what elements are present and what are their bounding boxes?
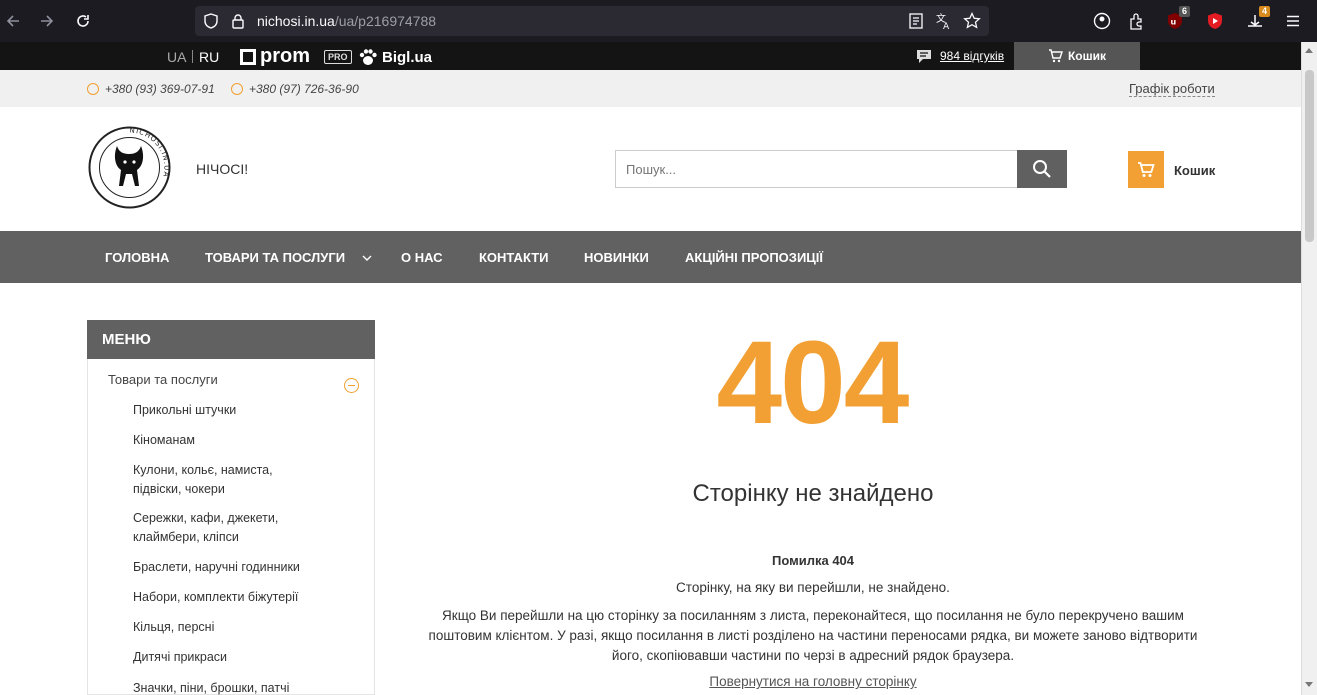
nav-item-home[interactable]: ГОЛОВНА	[105, 250, 169, 265]
prom-logo-text: prom	[260, 45, 310, 67]
bigl-text: Bigl.ua	[382, 48, 433, 66]
contacts-row: +380 (93) 369-07-91 +380 (97) 726-36-90 …	[0, 70, 1301, 107]
phone-icon	[87, 83, 99, 95]
top-cart-label: Кошик	[1067, 49, 1107, 63]
comment-icon	[917, 50, 931, 63]
sidebar-item[interactable]: Сережки, кафи, джекети, клаймбери, кліпс…	[133, 509, 318, 546]
pro-tag: PRO	[324, 50, 352, 64]
address-bar[interactable]: nichosi.in.ua/ua/p216974788 文A	[195, 6, 989, 36]
reader-view-icon[interactable]	[909, 13, 923, 29]
sidebar-item[interactable]: Браслети, наручні годинники	[133, 558, 353, 577]
header-cart-button[interactable]	[1128, 151, 1164, 188]
prom-logo-square	[240, 48, 256, 65]
url-path: /ua/p216974788	[334, 13, 437, 29]
nav-item-about[interactable]: О НАС	[401, 250, 443, 265]
lang-ru-link[interactable]: RU	[199, 49, 219, 65]
cart-icon	[1048, 49, 1063, 63]
sidebar-item[interactable]: Значки, піни, брошки, патчі	[133, 679, 353, 695]
reviews-text: 984 відгуків	[940, 49, 1005, 63]
translate-icon[interactable]: 文A	[935, 12, 953, 30]
sidebar-item[interactable]: Кулони, кольє, намиста, підвіски, чокери	[133, 461, 308, 498]
page-scrollbar[interactable]	[1301, 42, 1317, 695]
scroll-thumb[interactable]	[1305, 70, 1314, 242]
chevron-down-icon[interactable]	[362, 254, 372, 262]
search-button[interactable]	[1017, 150, 1067, 188]
nav-item-new[interactable]: НОВИНКИ	[584, 250, 649, 265]
search-icon	[1033, 160, 1051, 178]
lang-divider	[192, 50, 193, 63]
phone-1-text: +380 (93) 369-07-91	[105, 82, 215, 96]
sidebar-item[interactable]: Кіноманам	[133, 431, 353, 450]
sidebar-item[interactable]: Кільця, персні	[133, 618, 353, 637]
phone-icon	[231, 83, 243, 95]
error-code: 404	[716, 317, 910, 449]
bigl-logo[interactable]: Bigl.ua	[358, 48, 432, 66]
reviews-link[interactable]: 984 відгуків	[916, 48, 1004, 64]
search-box	[615, 150, 1067, 188]
error-title: Помилка 404	[771, 553, 855, 568]
paw-icon	[359, 49, 377, 65]
site-name[interactable]: НІЧОСІ!	[196, 161, 248, 177]
nav-item-contacts[interactable]: КОНТАКТИ	[479, 250, 549, 265]
forward-icon[interactable]	[36, 10, 58, 32]
svg-text:u: u	[1171, 18, 1177, 27]
sidebar-title: МЕНЮ	[87, 320, 375, 359]
collapse-icon[interactable]	[344, 378, 359, 393]
error-description: Якщо Ви перейшли на цю сторінку за посил…	[428, 608, 1198, 663]
extensions-icon[interactable]	[1126, 10, 1148, 32]
youtube-ext-icon[interactable]	[1204, 10, 1226, 32]
sidebar-item[interactable]: Набори, комплекти біжутерії	[133, 588, 353, 607]
sidebar-menu: МЕНЮ Товари та послуги Прикольні штучки …	[87, 320, 375, 695]
url-text[interactable]: nichosi.in.ua/ua/p216974788	[257, 13, 436, 29]
reload-icon[interactable]	[72, 10, 94, 32]
scroll-up-icon[interactable]	[1305, 48, 1313, 53]
browser-toolbar: nichosi.in.ua/ua/p216974788 文A u 6 4	[0, 0, 1317, 42]
ublock-icon[interactable]: u 6	[1164, 6, 1190, 32]
search-input[interactable]	[616, 151, 1018, 187]
account-icon[interactable]	[1091, 10, 1113, 32]
prom-logo[interactable]: prom	[240, 45, 310, 68]
phone-2[interactable]: +380 (97) 726-36-90	[231, 82, 359, 96]
download-ext-icon[interactable]: 4	[1244, 6, 1270, 32]
back-home-link[interactable]: Повернутися на головну сторінку	[413, 674, 1213, 689]
marketplace-strip: UA RU prom PRO Bigl.ua 984 відгуків Коши…	[0, 42, 1301, 70]
sidebar-root-category[interactable]: Товари та послуги	[108, 372, 218, 387]
nav-item-promotions[interactable]: АКЦІЙНІ ПРОПОЗИЦІЇ	[685, 250, 823, 265]
sidebar-item[interactable]: Прикольні штучки	[133, 401, 353, 420]
back-home-text: Повернутися на головну сторінку	[709, 674, 917, 689]
url-host: nichosi.in.ua	[257, 13, 335, 29]
error-heading: Сторінку не знайдено	[692, 480, 934, 507]
lang-ua-link[interactable]: UA	[167, 49, 186, 65]
menu-icon[interactable]	[1282, 10, 1304, 32]
ublock-badge: 6	[1178, 6, 1190, 17]
error-message: Сторінку, на яку ви перейшли, не знайден…	[676, 580, 950, 595]
back-icon[interactable]	[2, 10, 24, 32]
phone-2-text: +380 (97) 726-36-90	[249, 82, 359, 96]
top-cart-button[interactable]: Кошик	[1014, 42, 1140, 70]
download-badge: 4	[1258, 6, 1270, 17]
main-nav: ГОЛОВНА ТОВАРИ ТА ПОСЛУГИ О НАС КОНТАКТИ…	[0, 231, 1301, 283]
header-cart-label[interactable]: Кошик	[1174, 163, 1215, 178]
phone-1[interactable]: +380 (93) 369-07-91	[87, 82, 215, 96]
cart-icon	[1138, 161, 1155, 177]
svg-text:A: A	[943, 22, 950, 30]
scroll-down-icon[interactable]	[1305, 682, 1313, 687]
sidebar-item[interactable]: Дитячі прикраси	[133, 648, 353, 667]
lock-icon[interactable]	[231, 13, 245, 29]
nav-item-products[interactable]: ТОВАРИ ТА ПОСЛУГИ	[205, 250, 345, 265]
site-logo[interactable]: NICHOSI.IN.UA	[87, 126, 172, 209]
schedule-link[interactable]: Графік роботи	[1129, 81, 1215, 97]
bookmark-star-icon[interactable]	[963, 12, 981, 30]
shield-icon[interactable]	[203, 13, 219, 29]
